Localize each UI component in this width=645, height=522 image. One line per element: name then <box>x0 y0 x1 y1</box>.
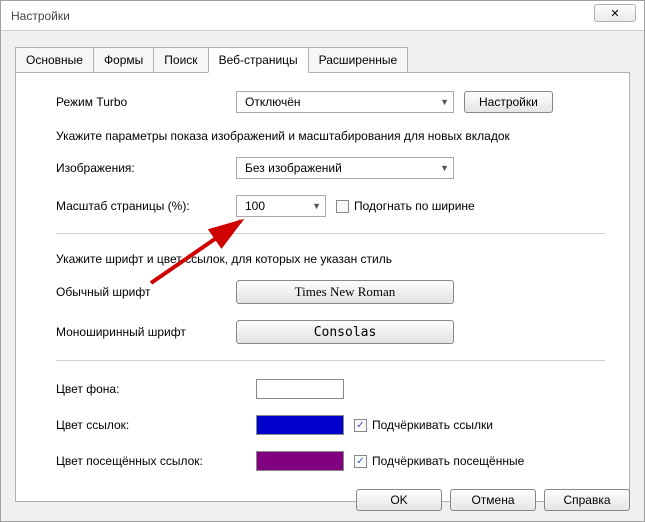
link-color-label: Цвет ссылок: <box>56 418 246 432</box>
checkbox-icon: ✓ <box>354 455 367 468</box>
row-mono-font: Моноширинный шрифт Consolas <box>56 320 605 344</box>
titlebar: Настройки ✕ <box>1 1 644 31</box>
tab-basic[interactable]: Основные <box>15 47 94 72</box>
mono-font-label: Моноширинный шрифт <box>56 325 226 339</box>
separator <box>56 233 605 234</box>
help-button[interactable]: Справка <box>544 489 630 511</box>
tab-strip: Основные Формы Поиск Веб-страницы Расшир… <box>15 47 630 73</box>
turbo-settings-button[interactable]: Настройки <box>464 91 553 113</box>
chevron-down-icon: ▼ <box>312 201 321 211</box>
row-scale: Масштаб страницы (%): 100 ▼ Подогнать по… <box>56 195 605 217</box>
visited-color-swatch[interactable] <box>256 451 344 471</box>
images-combobox[interactable]: Без изображений ▼ <box>236 157 454 179</box>
content-area: Основные Формы Поиск Веб-страницы Расшир… <box>1 31 644 512</box>
link-color-swatch[interactable] <box>256 415 344 435</box>
images-label: Изображения: <box>56 161 226 175</box>
dialog-footer: OK Отмена Справка <box>356 489 630 511</box>
fit-width-label: Подогнать по ширине <box>354 199 475 213</box>
row-turbo: Режим Turbo Отключён ▼ Настройки <box>56 91 605 113</box>
visited-color-label: Цвет посещённых ссылок: <box>56 454 246 468</box>
close-button[interactable]: ✕ <box>594 4 636 22</box>
mono-font-button[interactable]: Consolas <box>236 320 454 344</box>
images-value: Без изображений <box>245 161 342 175</box>
underline-links-label: Подчёркивать ссылки <box>372 418 493 432</box>
chevron-down-icon: ▼ <box>440 97 449 107</box>
normal-font-button[interactable]: Times New Roman <box>236 280 454 304</box>
tab-forms[interactable]: Формы <box>93 47 154 72</box>
tab-search[interactable]: Поиск <box>153 47 208 72</box>
scale-label: Масштаб страницы (%): <box>56 199 226 213</box>
chevron-down-icon: ▼ <box>440 163 449 173</box>
scale-value: 100 <box>245 199 265 213</box>
tab-webpages[interactable]: Веб-страницы <box>208 47 309 73</box>
tab-advanced[interactable]: Расширенные <box>308 47 409 72</box>
row-bg-color: Цвет фона: <box>56 379 605 399</box>
separator <box>56 360 605 361</box>
fit-width-checkbox[interactable]: Подогнать по ширине <box>336 199 475 213</box>
turbo-value: Отключён <box>245 95 301 109</box>
underline-visited-label: Подчёркивать посещённые <box>372 454 524 468</box>
row-visited-color: Цвет посещённых ссылок: ✓ Подчёркивать п… <box>56 451 605 471</box>
checkbox-icon <box>336 200 349 213</box>
turbo-combobox[interactable]: Отключён ▼ <box>236 91 454 113</box>
checkbox-icon: ✓ <box>354 419 367 432</box>
row-images: Изображения: Без изображений ▼ <box>56 157 605 179</box>
bg-color-label: Цвет фона: <box>56 382 246 396</box>
turbo-label: Режим Turbo <box>56 95 226 109</box>
fonts-desc: Укажите шрифт и цвет ссылок, для которых… <box>56 252 605 266</box>
row-normal-font: Обычный шрифт Times New Roman <box>56 280 605 304</box>
normal-font-label: Обычный шрифт <box>56 285 226 299</box>
panel-webpages: Режим Turbo Отключён ▼ Настройки Укажите… <box>15 73 630 502</box>
cancel-button[interactable]: Отмена <box>450 489 536 511</box>
ok-button[interactable]: OK <box>356 489 442 511</box>
underline-links-checkbox[interactable]: ✓ Подчёркивать ссылки <box>354 418 493 432</box>
window-title: Настройки <box>11 9 70 23</box>
settings-window: Настройки ✕ Основные Формы Поиск Веб-стр… <box>0 0 645 522</box>
row-link-color: Цвет ссылок: ✓ Подчёркивать ссылки <box>56 415 605 435</box>
images-desc: Укажите параметры показа изображений и м… <box>56 129 605 143</box>
bg-color-swatch[interactable] <box>256 379 344 399</box>
scale-combobox[interactable]: 100 ▼ <box>236 195 326 217</box>
underline-visited-checkbox[interactable]: ✓ Подчёркивать посещённые <box>354 454 524 468</box>
close-icon: ✕ <box>610 7 619 20</box>
